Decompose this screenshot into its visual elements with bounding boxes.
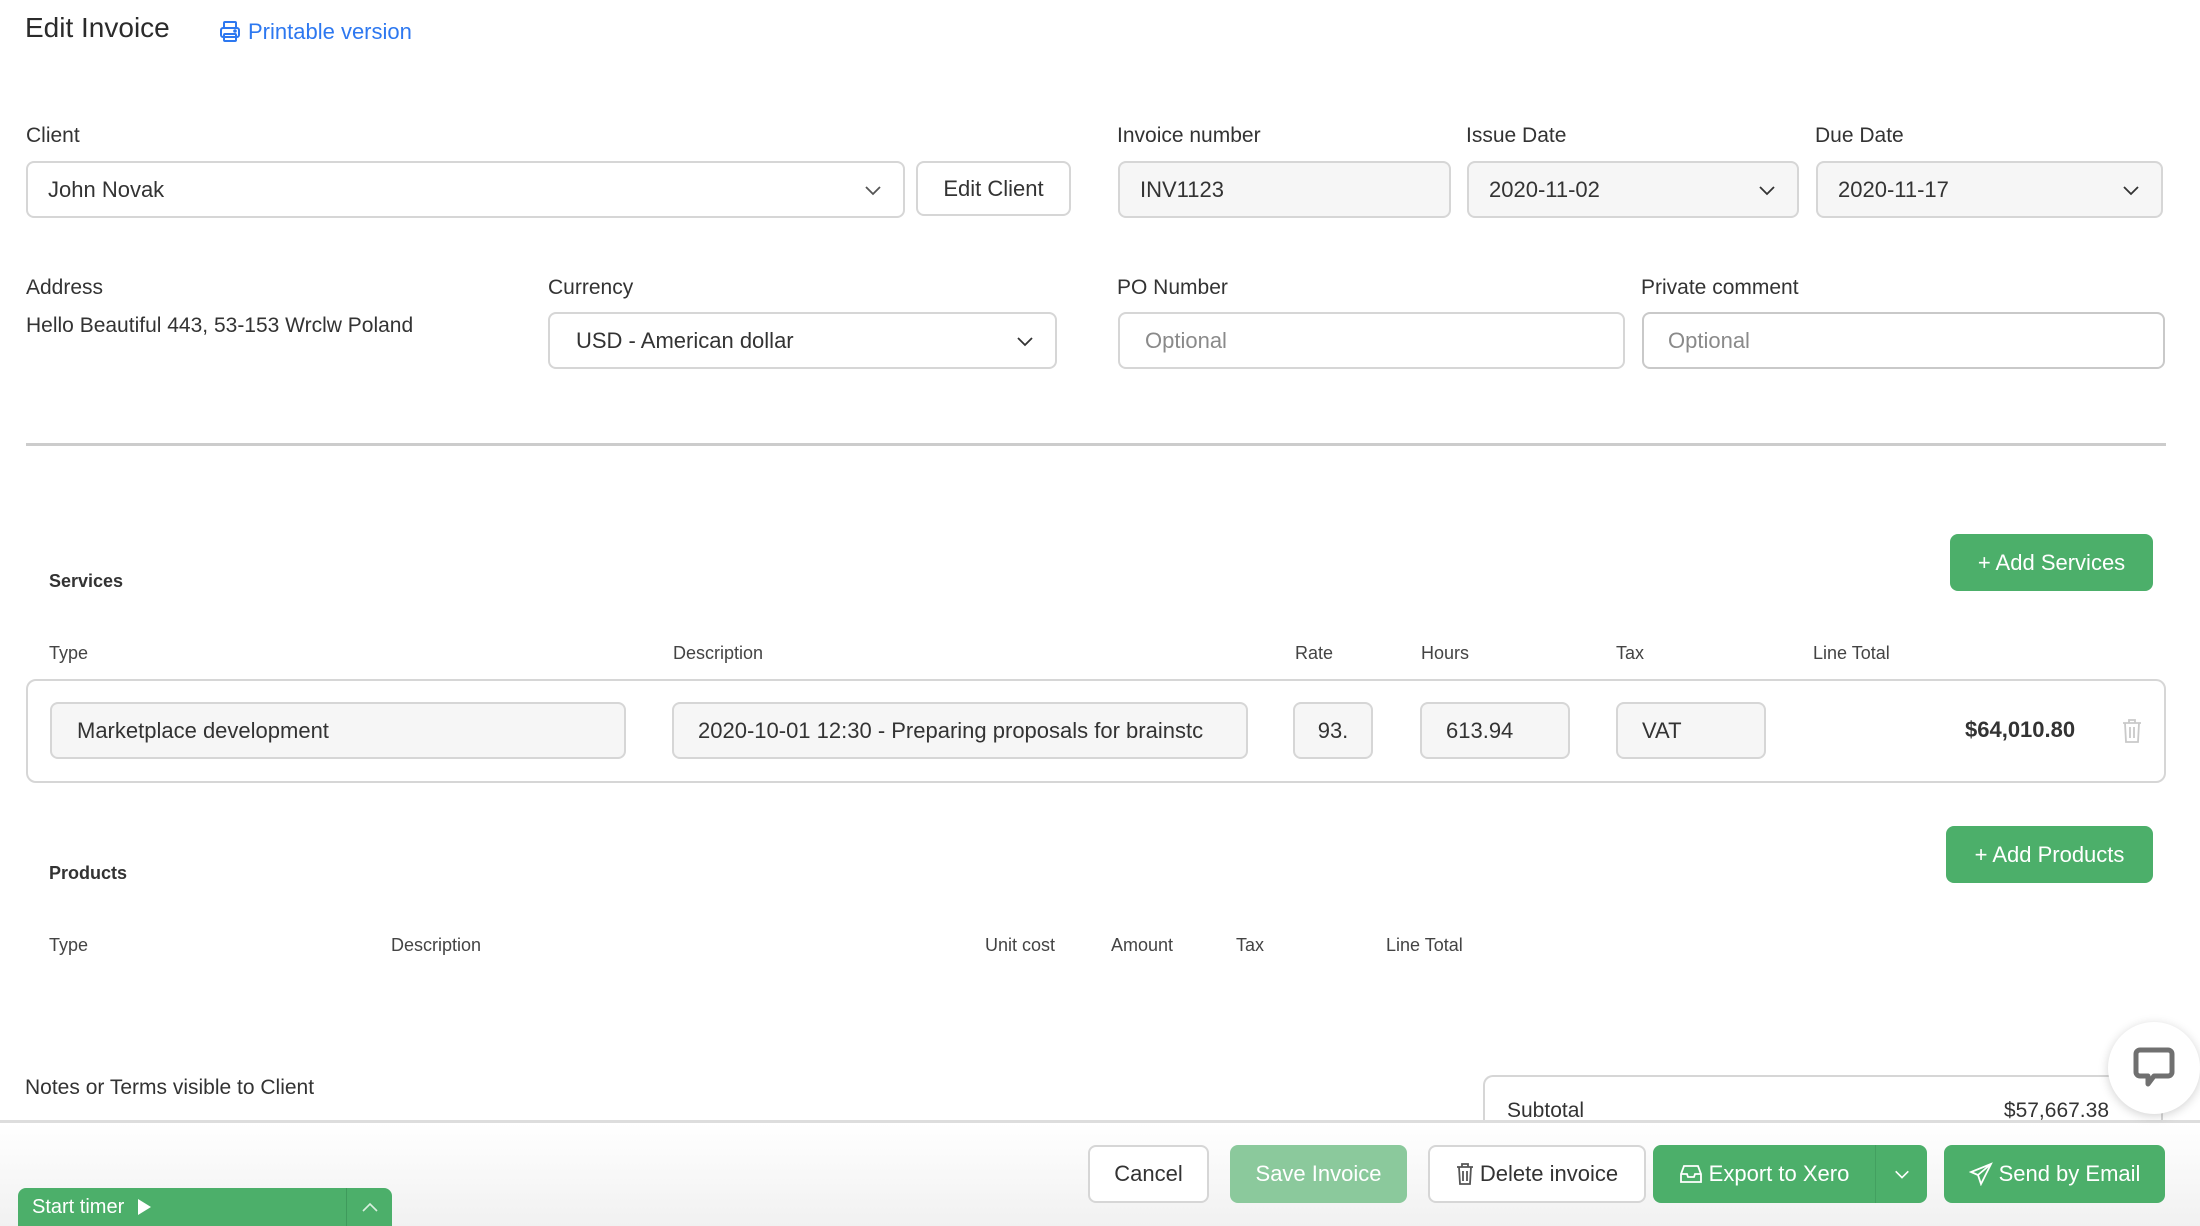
issue-date-value: 2020-11-02 <box>1489 176 1600 202</box>
export-xero-label: Export to Xero <box>1708 1161 1850 1186</box>
trash-icon <box>1456 1163 1473 1185</box>
service-tax-input[interactable]: VAT <box>1616 702 1766 759</box>
printable-version-link[interactable]: Printable version <box>218 19 412 45</box>
client-value: John Novak <box>48 176 165 202</box>
start-timer-label: Start timer <box>32 1195 125 1218</box>
invoice-number-input[interactable]: INV1123 <box>1118 161 1451 218</box>
products-col-amount: Amount <box>1111 935 1174 955</box>
chevron-down-icon <box>1017 336 1033 346</box>
due-date-label: Due Date <box>1815 124 1904 147</box>
services-col-tax: Tax <box>1616 643 1645 663</box>
trash-icon[interactable] <box>2121 718 2143 744</box>
export-xero-button[interactable]: Export to Xero <box>1653 1145 1875 1203</box>
page-title: Edit Invoice <box>25 12 170 43</box>
invoice-number-label: Invoice number <box>1117 124 1261 147</box>
section-divider <box>26 443 2166 446</box>
edit-client-button[interactable]: Edit Client <box>916 161 1071 216</box>
services-col-type: Type <box>49 643 89 663</box>
issue-date-label: Issue Date <box>1466 124 1567 147</box>
services-col-hours: Hours <box>1421 643 1470 663</box>
service-type-input[interactable]: Marketplace development <box>50 702 626 759</box>
play-icon <box>138 1199 152 1215</box>
due-date-picker[interactable]: 2020-11-17 <box>1816 161 2163 218</box>
chevron-down-icon <box>1894 1170 1909 1179</box>
timer-expand-toggle[interactable] <box>346 1188 392 1226</box>
chat-widget-button[interactable] <box>2108 1022 2200 1114</box>
issue-date-picker[interactable]: 2020-11-02 <box>1467 161 1799 218</box>
services-col-description: Description <box>673 643 764 663</box>
chevron-down-icon <box>865 185 881 195</box>
private-comment-placeholder: Optional <box>1668 327 1750 353</box>
add-services-button[interactable]: + Add Services <box>1950 534 2153 591</box>
service-type-value: Marketplace development <box>77 717 329 743</box>
po-number-input[interactable]: Optional <box>1118 312 1625 369</box>
service-description-value: 2020-10-01 12:30 - Preparing proposals f… <box>698 717 1204 743</box>
products-col-line-total: Line Total <box>1386 935 1463 955</box>
client-select[interactable]: John Novak <box>26 161 905 218</box>
export-dropdown-toggle[interactable] <box>1875 1145 1927 1203</box>
products-col-unit-cost: Unit cost <box>985 935 1056 955</box>
client-label: Client <box>26 124 80 147</box>
po-number-placeholder: Optional <box>1145 327 1227 353</box>
send-email-button[interactable]: Send by Email <box>1944 1145 2165 1203</box>
products-col-tax: Tax <box>1236 935 1265 955</box>
service-hours-input[interactable]: 613.94 <box>1420 702 1570 759</box>
printable-version-label: Printable version <box>248 19 412 44</box>
chevron-up-icon <box>361 1202 378 1212</box>
chat-icon <box>2133 1047 2175 1087</box>
service-line-total: $64,010.80 <box>1965 717 2076 742</box>
delete-invoice-button[interactable]: Delete invoice <box>1428 1145 1646 1203</box>
paper-plane-icon <box>1968 1162 1993 1186</box>
inbox-icon <box>1679 1165 1702 1183</box>
services-title: Services <box>49 571 124 591</box>
currency-value: USD - American dollar <box>576 327 794 353</box>
address-value: Hello Beautiful 443, 53-153 Wrclw Poland <box>26 314 414 337</box>
products-title: Products <box>49 863 128 883</box>
currency-label: Currency <box>548 276 634 299</box>
service-hours-value: 613.94 <box>1446 717 1514 743</box>
start-timer-widget[interactable]: Start timer <box>18 1188 392 1226</box>
send-email-label: Send by Email <box>1998 1161 2141 1186</box>
private-comment-label: Private comment <box>1641 276 1799 299</box>
service-rate-value: 93. <box>1317 717 1349 743</box>
service-rate-input[interactable]: 93. <box>1293 702 1373 759</box>
service-tax-value: VAT <box>1642 717 1682 743</box>
printer-icon <box>220 21 240 42</box>
add-products-button[interactable]: + Add Products <box>1946 826 2153 883</box>
delete-invoice-label: Delete invoice <box>1479 1161 1619 1186</box>
notes-label: Notes or Terms visible to Client <box>25 1076 315 1099</box>
products-col-description: Description <box>391 935 482 955</box>
private-comment-input[interactable]: Optional <box>1642 312 2165 369</box>
service-description-input[interactable]: 2020-10-01 12:30 - Preparing proposals f… <box>672 702 1248 759</box>
products-col-type: Type <box>49 935 89 955</box>
invoice-number-value: INV1123 <box>1140 176 1224 202</box>
cancel-button[interactable]: Cancel <box>1088 1145 1209 1203</box>
due-date-value: 2020-11-17 <box>1838 176 1949 202</box>
services-col-rate: Rate <box>1295 643 1334 663</box>
currency-select[interactable]: USD - American dollar <box>548 312 1057 369</box>
chevron-down-icon <box>2123 185 2139 195</box>
po-number-label: PO Number <box>1117 276 1228 299</box>
save-invoice-button[interactable]: Save Invoice <box>1230 1145 1407 1203</box>
services-col-line-total: Line Total <box>1813 643 1890 663</box>
chevron-down-icon <box>1759 185 1775 195</box>
address-label: Address <box>26 276 104 299</box>
